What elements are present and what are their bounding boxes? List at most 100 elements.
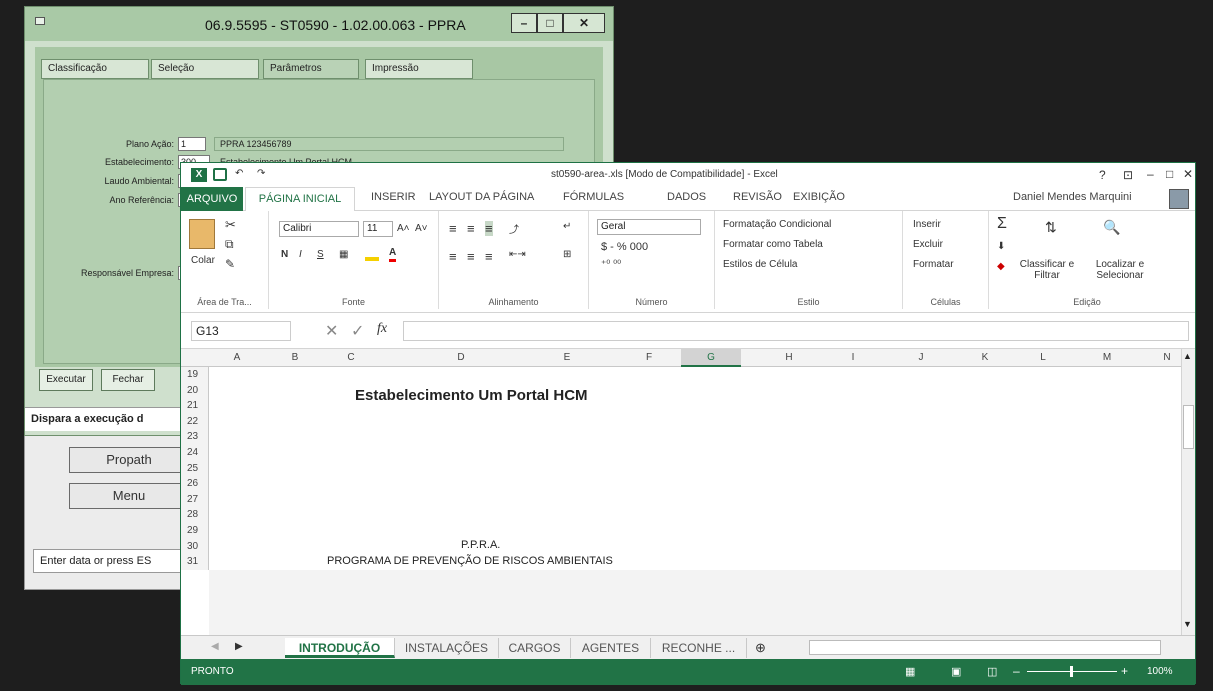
row-header[interactable]: 24 [181, 445, 209, 461]
cut-icon[interactable]: ✂ [225, 217, 236, 233]
row-header[interactable]: 25 [181, 460, 209, 477]
column-header[interactable]: N [1157, 352, 1177, 363]
plano-acao-input[interactable]: 1 [178, 137, 206, 151]
excel-maximize-button[interactable]: □ [1166, 167, 1173, 181]
tab-classificacao[interactable]: Classificação [41, 59, 149, 79]
column-header[interactable]: B [285, 352, 305, 363]
page-layout-icon[interactable]: ▣ [951, 665, 961, 678]
bold-button[interactable]: N [281, 249, 288, 260]
name-box[interactable]: G13 [191, 321, 291, 341]
horizontal-scrollbar[interactable] [809, 640, 1161, 655]
italic-button[interactable]: I [299, 249, 302, 260]
row-header[interactable]: 20 [181, 382, 209, 399]
scroll-thumb[interactable] [1183, 405, 1194, 449]
help-icon[interactable]: ? [1099, 168, 1106, 182]
row-header[interactable]: 30 [181, 538, 209, 555]
sheet-tab-instalacoes[interactable]: INSTALAÇÕES [395, 638, 499, 658]
worksheet-grid[interactable]: A B C D E F G H I J K L M N 19 20 21 22 … [181, 349, 1181, 635]
undo-icon[interactable]: ↶ [235, 168, 243, 179]
copy-icon[interactable]: ⧉ [225, 237, 234, 252]
wrap-text-icon[interactable]: ↵ [563, 221, 571, 232]
tab-dados[interactable]: DADOS [667, 191, 706, 203]
column-header[interactable]: I [843, 352, 863, 363]
minimize-button[interactable]: – [511, 13, 537, 33]
column-header[interactable]: C [341, 352, 361, 363]
cancel-icon[interactable]: ✕ [325, 321, 338, 341]
row-header[interactable]: 21 [181, 398, 209, 414]
enter-icon[interactable]: ✓ [351, 321, 364, 341]
tab-layout[interactable]: LAYOUT DA PÁGINA [429, 191, 534, 203]
currency-buttons[interactable]: $ - % 000 [601, 241, 648, 253]
indent-icon[interactable]: ⇤⇥ [509, 249, 526, 260]
find-icon[interactable]: 🔍 [1103, 219, 1120, 236]
new-sheet-icon[interactable]: ⊕ [755, 640, 766, 656]
zoom-out-icon[interactable]: – [1013, 664, 1020, 678]
tab-parametros[interactable]: Parâmetros [263, 59, 359, 79]
user-name[interactable]: Daniel Mendes Marquini [1013, 191, 1132, 203]
sort-filter-label[interactable]: Classificar e Filtrar [1017, 259, 1077, 281]
zoom-level[interactable]: 100% [1147, 666, 1173, 677]
column-header[interactable]: H [779, 352, 799, 363]
redo-icon[interactable]: ↷ [257, 168, 265, 179]
cell-ppra[interactable]: P.P.R.A. [461, 539, 500, 551]
align-middle-icon[interactable]: ≡ [467, 221, 475, 236]
format-button[interactable]: Formatar [913, 259, 954, 270]
scroll-down-icon[interactable]: ▼ [1183, 619, 1192, 629]
column-header[interactable]: M [1097, 352, 1117, 363]
format-table-button[interactable]: Formatar como Tabela [723, 239, 823, 250]
row-header[interactable]: 26 [181, 476, 209, 492]
tab-inserir[interactable]: INSERIR [371, 191, 416, 203]
avatar[interactable] [1169, 189, 1189, 209]
row-header[interactable]: 28 [181, 507, 209, 523]
normal-view-icon[interactable]: ▦ [905, 665, 915, 678]
executar-button[interactable]: Executar [39, 369, 93, 391]
excel-minimize-button[interactable]: – [1147, 167, 1154, 181]
menu-button[interactable]: Menu [69, 483, 189, 509]
sheet-tab-introducao[interactable]: INTRODUÇÃO [285, 638, 395, 658]
column-header[interactable]: L [1033, 352, 1053, 363]
zoom-thumb[interactable] [1070, 666, 1073, 677]
column-header[interactable]: J [911, 352, 931, 363]
row-header[interactable]: 23 [181, 429, 209, 445]
save-icon[interactable] [213, 168, 227, 181]
delete-button[interactable]: Excluir [913, 239, 943, 250]
font-size-select[interactable]: 11 [363, 221, 393, 237]
align-top-icon[interactable]: ≡ [449, 221, 457, 236]
row-header[interactable]: 31 [181, 554, 209, 570]
zoom-in-icon[interactable]: + [1121, 664, 1128, 678]
propath-button[interactable]: Propath [69, 447, 189, 473]
align-left-icon[interactable]: ≡ [449, 249, 457, 264]
prev-sheet-icon[interactable]: ◀ [211, 641, 219, 652]
tab-revisao[interactable]: REVISÃO [733, 191, 782, 203]
next-sheet-icon[interactable]: ▶ [235, 641, 243, 652]
sheet-tab-agentes[interactable]: AGENTES [571, 638, 651, 658]
cell-styles-button[interactable]: Estilos de Célula [723, 259, 797, 270]
scroll-up-icon[interactable]: ▲ [1183, 351, 1192, 361]
row-header[interactable]: 19 [181, 367, 209, 383]
cell-programa[interactable]: PROGRAMA DE PREVENÇÃO DE RISCOS AMBIENTA… [327, 555, 613, 567]
column-header[interactable]: A [227, 352, 247, 363]
tab-pagina-inicial[interactable]: PÁGINA INICIAL [245, 187, 355, 212]
vertical-scrollbar[interactable]: ▲ ▼ [1181, 349, 1195, 635]
fill-color-icon[interactable] [365, 249, 379, 261]
ribbon-display-icon[interactable]: ⊡ [1123, 168, 1133, 182]
excel-close-button[interactable]: ✕ [1183, 167, 1193, 181]
merge-icon[interactable]: ⊞ [563, 249, 571, 260]
tab-selecao[interactable]: Seleção [151, 59, 259, 79]
tab-arquivo[interactable]: ARQUIVO [181, 187, 243, 211]
grow-font-icon[interactable]: A˄ [397, 223, 410, 234]
align-right-icon[interactable]: ≡ [485, 249, 493, 264]
center-icon[interactable]: ≡ [467, 249, 475, 264]
orientation-icon[interactable]: ⤴ [509, 221, 519, 236]
tab-exibicao[interactable]: EXIBIÇÃO [793, 191, 845, 203]
align-bottom-icon[interactable]: ≡ [485, 221, 493, 236]
column-header[interactable]: E [557, 352, 577, 363]
column-header[interactable]: F [639, 352, 659, 363]
format-painter-icon[interactable]: ✎ [225, 257, 235, 271]
sheet-tab-cargos[interactable]: CARGOS [499, 638, 571, 658]
tab-impressao[interactable]: Impressão [365, 59, 473, 79]
insert-button[interactable]: Inserir [913, 219, 941, 230]
tab-formulas[interactable]: FÓRMULAS [563, 191, 624, 203]
fechar-button[interactable]: Fechar [101, 369, 155, 391]
page-break-icon[interactable]: ◫ [987, 665, 997, 678]
